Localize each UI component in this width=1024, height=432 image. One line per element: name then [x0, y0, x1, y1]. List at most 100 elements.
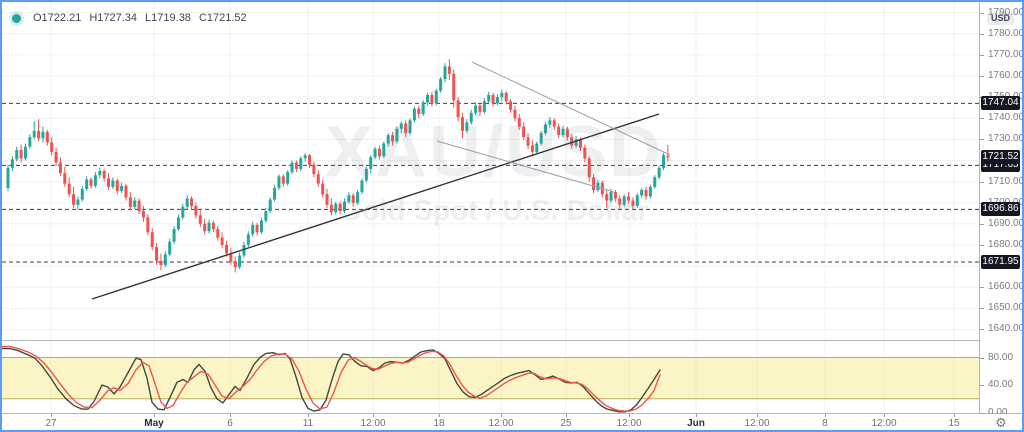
candle-body — [303, 155, 307, 159]
indicator-axis-label: 80.00 — [988, 351, 1014, 363]
price-axis[interactable]: USD 1790.001780.001770.001760.001750.001… — [980, 2, 1024, 418]
stochastic-pane[interactable] — [2, 341, 979, 413]
price-axis-tick — [980, 33, 984, 35]
price-axis-tick — [980, 181, 984, 183]
candle-body — [312, 164, 316, 175]
price-axis-tick — [980, 357, 984, 359]
candle-body — [478, 105, 482, 112]
price-level-badge: 1671.95 — [981, 254, 1020, 269]
candle-body — [491, 94, 495, 104]
time-axis-tick — [154, 414, 155, 417]
candle-body — [373, 148, 377, 158]
time-axis-tick — [825, 414, 826, 417]
time-axis-tick — [439, 414, 440, 417]
candle-body — [417, 108, 421, 114]
price-pane[interactable] — [2, 2, 979, 340]
time-axis-label: 12:00 — [616, 418, 642, 429]
candle-body — [500, 92, 504, 98]
candle-body — [565, 128, 569, 138]
price-axis-label: 1760.00 — [988, 69, 1024, 81]
price-axis-label: 1740.00 — [988, 112, 1024, 124]
time-axis-tick — [230, 414, 231, 417]
price-axis-label: 1780.00 — [988, 27, 1024, 39]
time-axis-tick — [308, 414, 309, 417]
time-axis-tick — [629, 414, 630, 417]
time-axis-label: 15 — [948, 418, 960, 429]
candle-body — [277, 176, 281, 188]
price-axis-label: 1650.00 — [988, 302, 1024, 314]
time-axis-tick — [566, 414, 567, 417]
candle-body — [128, 197, 132, 207]
candle-body — [45, 131, 49, 143]
candle-body — [430, 94, 434, 104]
candle-body — [364, 168, 368, 181]
price-axis-tick — [980, 54, 984, 56]
candle-body — [447, 66, 451, 74]
price-axis-label: 1690.00 — [988, 217, 1024, 229]
candle-body — [342, 201, 346, 212]
candle-body — [115, 180, 119, 192]
candle-body — [395, 128, 399, 142]
candle-body — [412, 108, 416, 121]
candle-body — [552, 120, 556, 127]
candle-body — [325, 194, 329, 205]
candle-body — [98, 171, 102, 176]
candle-body — [347, 195, 351, 202]
time-axis-label: 12:00 — [744, 418, 770, 429]
time-axis-tick — [954, 414, 955, 417]
candle-body — [85, 179, 89, 189]
legend-low: L1719.38 — [145, 12, 191, 24]
time-axis[interactable]: 27 May 6 11 12:00 18 12:00 25 12:00 Jun 12:00 8 12:0… — [2, 414, 979, 430]
candle-body — [522, 126, 526, 138]
time-axis-label: May — [144, 418, 164, 429]
price-axis-tick — [980, 287, 984, 289]
candle-body — [107, 178, 111, 187]
candle-body — [640, 190, 644, 196]
candle-body — [89, 179, 93, 186]
candle-body — [32, 130, 36, 138]
candle-body — [443, 66, 447, 80]
candle-body — [482, 101, 486, 112]
candle-body — [268, 199, 272, 212]
candle-body — [631, 200, 635, 206]
falling-wedge-lower-line[interactable] — [436, 140, 615, 193]
candle-body — [487, 94, 491, 102]
candle-body — [50, 142, 54, 152]
candle-body — [539, 132, 543, 144]
gear-icon[interactable]: ⚙ — [995, 416, 1007, 429]
candle-body — [391, 135, 395, 142]
candle-body — [146, 217, 150, 233]
time-axis-tick — [884, 414, 885, 417]
candle-body — [495, 97, 499, 104]
candle-body — [299, 158, 303, 169]
ascending-trendline[interactable] — [91, 113, 660, 300]
pane-separator[interactable] — [2, 340, 1022, 341]
time-axis-tick — [501, 414, 502, 417]
candle-body — [592, 177, 596, 191]
indicator-axis-label: 40.00 — [988, 379, 1014, 390]
candle-body — [259, 220, 263, 233]
time-axis-label: 12:00 — [871, 418, 897, 429]
candle-body — [530, 145, 534, 152]
candle-body — [141, 211, 145, 218]
candle-body — [509, 101, 513, 110]
candle-body — [399, 123, 403, 129]
time-axis-tick — [51, 414, 52, 417]
price-axis-tick — [980, 329, 984, 331]
candle-body — [15, 149, 19, 160]
price-axis-tick — [980, 223, 984, 225]
time-axis-tick — [757, 414, 758, 417]
candle-body — [194, 205, 198, 216]
time-axis-label: 6 — [227, 418, 233, 429]
candle-body — [80, 188, 84, 200]
candle-body — [583, 147, 587, 159]
price-axis-label: 1770.00 — [988, 48, 1024, 60]
candle-body — [426, 94, 430, 103]
time-axis-label: 18 — [433, 418, 445, 429]
candle-body — [220, 237, 224, 245]
candle-body — [334, 203, 338, 213]
candle-body — [124, 185, 128, 198]
candle-body — [6, 167, 10, 188]
candle-body — [294, 162, 298, 169]
legend-high: H1727.34 — [89, 12, 138, 24]
